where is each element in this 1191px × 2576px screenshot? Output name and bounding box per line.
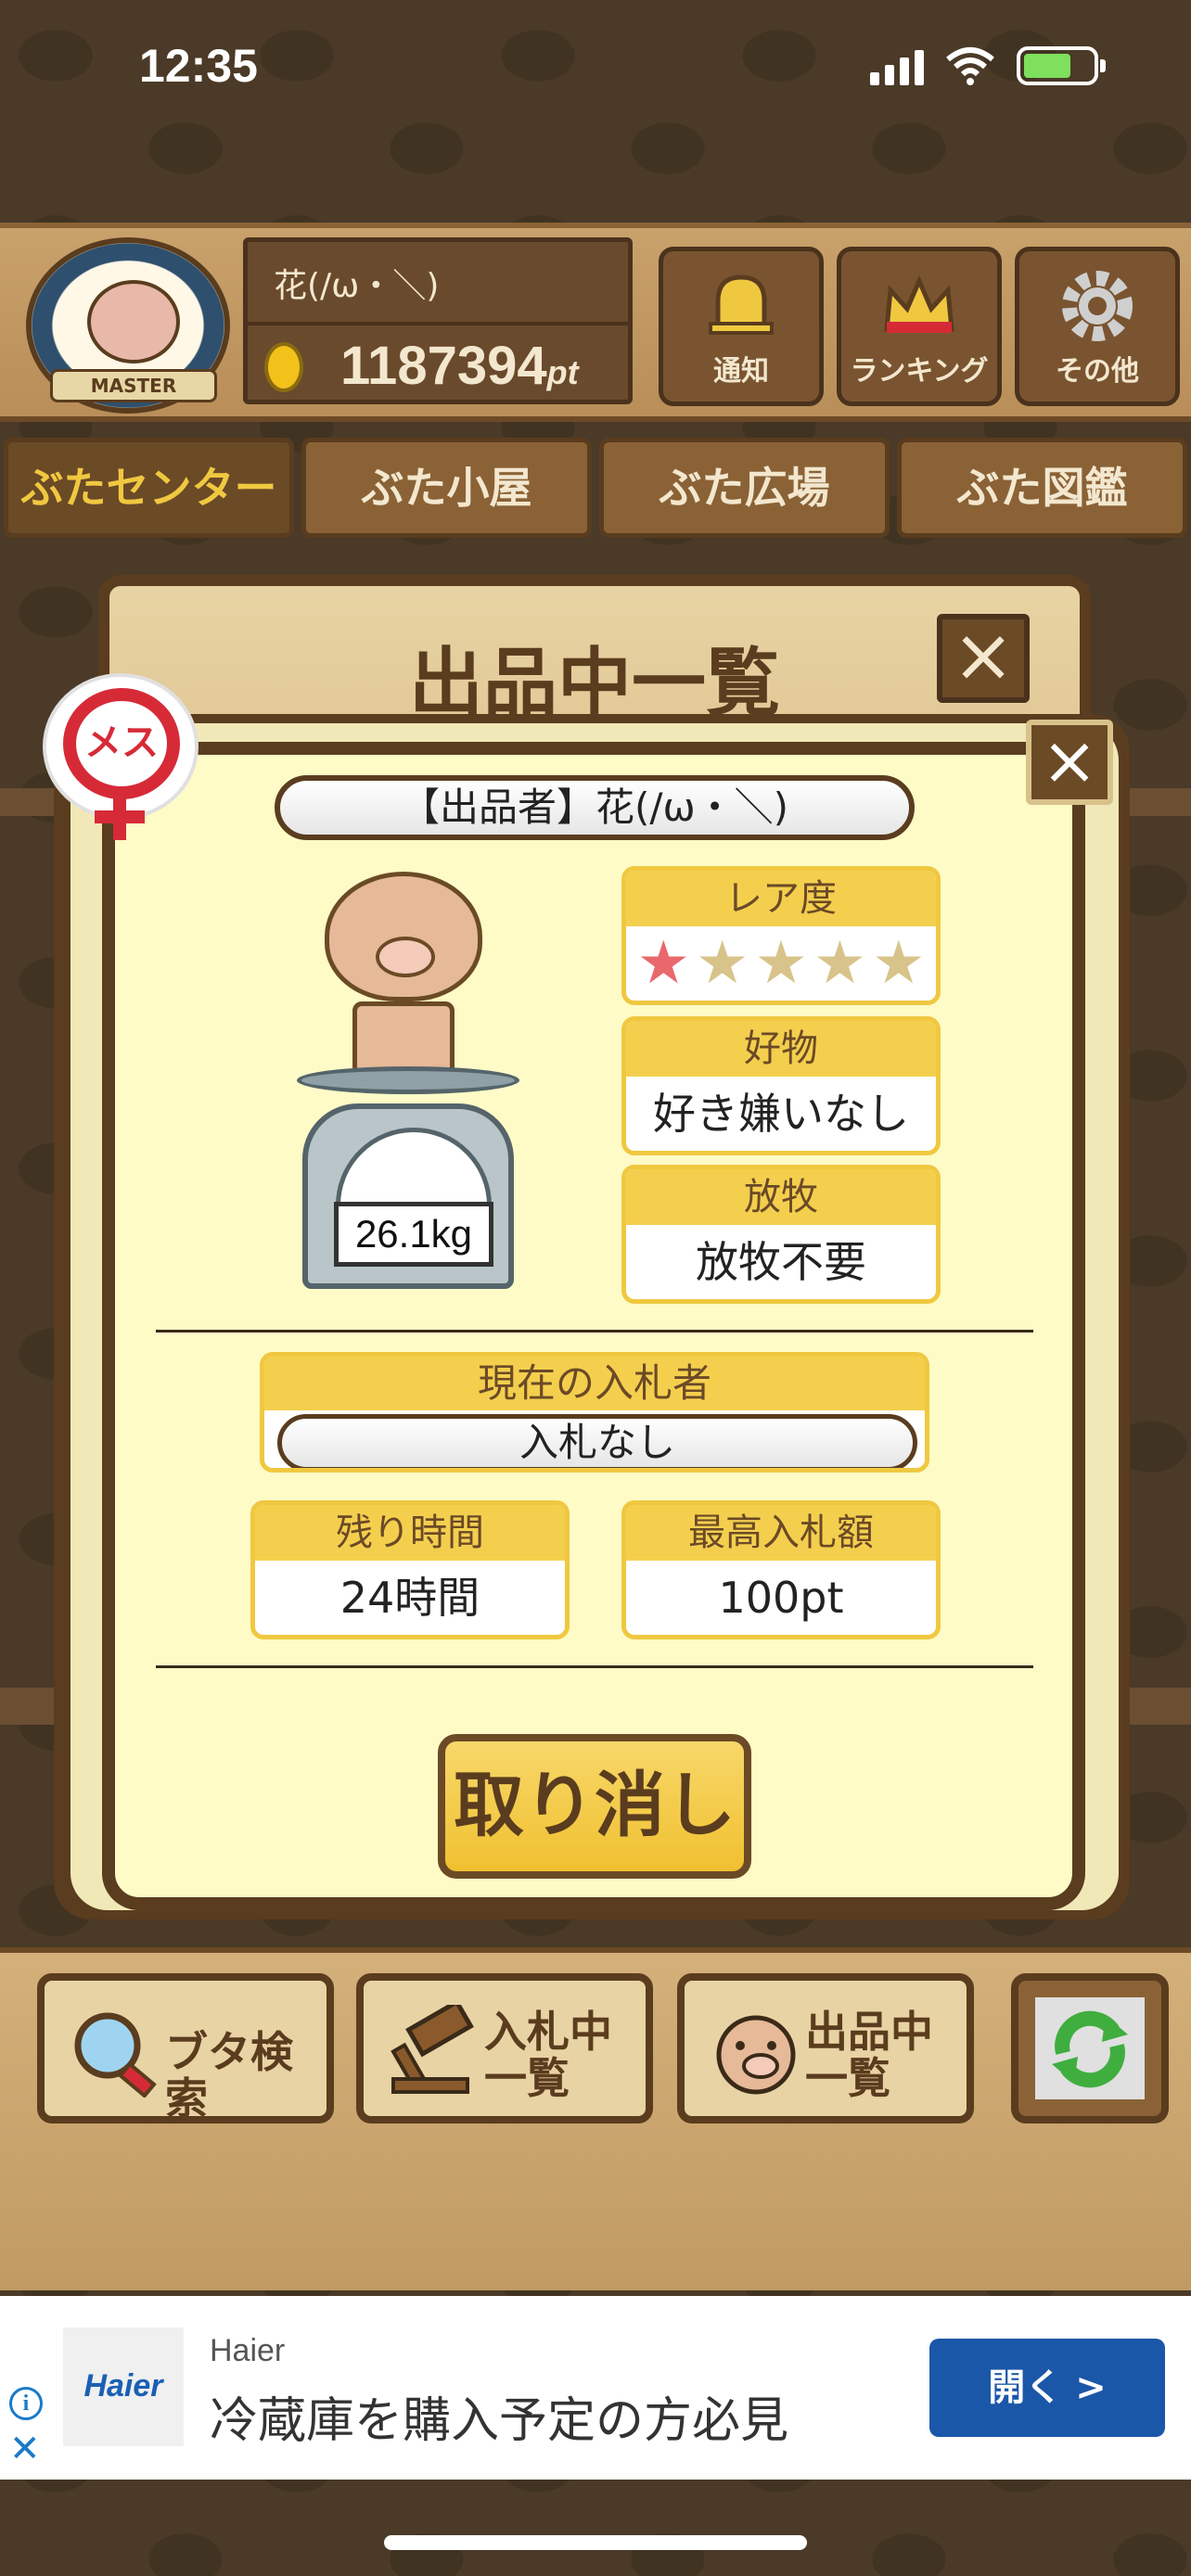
grazing-value: 放牧不要 (696, 1237, 866, 1287)
player-points: 1187394pt (340, 335, 579, 397)
crown-icon (884, 274, 954, 333)
star-icon: ★ (872, 929, 926, 998)
refresh-icon (1052, 2010, 1128, 2088)
bell-icon (709, 274, 774, 335)
cancel-listing-button[interactable]: 取り消し (438, 1734, 751, 1879)
rarity-box: レア度 ★ ★ ★ ★ ★ (621, 866, 941, 1005)
ad-logo-text: Haier (83, 2368, 163, 2404)
star-icon: ★ (754, 929, 808, 998)
listing-label-line2: 一覧 (805, 2053, 890, 2103)
highest-bid-value: 100pt (718, 1573, 844, 1623)
scale-dial (336, 1128, 492, 1211)
ranking-button[interactable]: ランキング (837, 247, 1002, 406)
player-info: 花(/ω・＼) 1187394pt (243, 237, 633, 404)
pig-face-icon (716, 2015, 796, 2095)
close-icon: × (952, 612, 1015, 698)
battery-icon (1017, 46, 1106, 85)
close-icon: × (1041, 721, 1098, 799)
ad-close-icon[interactable]: ✕ (9, 2428, 41, 2470)
listing-list-label: 出品中 一覧 (805, 2009, 963, 2101)
remaining-time-label: 残り時間 (255, 1505, 565, 1561)
wifi-icon (946, 47, 994, 85)
avatar-ribbon: MASTER (50, 369, 217, 402)
points-value: 1187394 (340, 336, 547, 396)
pig-face-icon (87, 280, 180, 363)
notify-button[interactable]: 通知 (659, 247, 824, 406)
seller-label: 【出品者】花(/ω・＼) (275, 775, 915, 840)
ad-text: 冷蔵庫を購入予定の方必見 (210, 2393, 789, 2449)
divider (156, 1330, 1033, 1333)
status-time: 12:35 (139, 40, 258, 92)
female-symbol-bar (95, 810, 145, 823)
gear-icon (1062, 271, 1133, 341)
current-bidder-label: 現在の入札者 (264, 1357, 925, 1410)
refresh-panel (1035, 1997, 1145, 2099)
favorite-value: 好き嫌いなし (653, 1089, 909, 1139)
status-icons (870, 46, 1106, 85)
listing-label-line1: 出品中 (805, 2007, 933, 2057)
current-bidder-box: 現在の入札者 入札なし (260, 1352, 929, 1473)
pig-legs (352, 1001, 455, 1076)
remaining-time-box: 残り時間 24時間 (250, 1500, 570, 1639)
modal-close-button[interactable]: × (937, 614, 1030, 703)
other-button[interactable]: その他 (1015, 247, 1180, 406)
home-indicator[interactable] (384, 2535, 807, 2550)
pig-snout (376, 937, 435, 977)
bidding-label-line2: 一覧 (484, 2053, 570, 2103)
rarity-stars: ★ ★ ★ ★ ★ (626, 930, 936, 997)
tab-buta-encyclopedia[interactable]: ぶた図鑑 (897, 438, 1187, 538)
favorite-box: 好物 好き嫌いなし (621, 1016, 941, 1155)
ad-logo: Haier (63, 2327, 184, 2446)
pig-search-button[interactable]: ブタ検索 (37, 1973, 334, 2123)
star-icon: ★ (636, 929, 690, 998)
header-bar: MASTER 花(/ω・＼) 1187394pt 通知 ランキング その他 (0, 223, 1191, 422)
scale-icon: 26.1kg (302, 1103, 514, 1289)
ad-open-button[interactable]: 開く > (929, 2339, 1165, 2437)
notify-label: 通知 (713, 355, 769, 388)
current-bidder-value: 入札なし (277, 1414, 917, 1468)
gender-label: メス (63, 688, 180, 799)
signal-icon (870, 48, 924, 85)
highest-bid-label: 最高入札額 (626, 1505, 936, 1561)
card-close-button[interactable]: × (1026, 720, 1113, 805)
magnifier-icon (74, 2012, 157, 2098)
tab-buta-plaza[interactable]: ぶた広場 (599, 438, 890, 538)
scale-plate (297, 1066, 519, 1094)
divider (248, 322, 628, 325)
rarity-label: レア度 (626, 871, 936, 926)
ad-banner[interactable]: i ✕ Haier Haier 冷蔵庫を購入予定の方必見 開く > (0, 2296, 1191, 2480)
star-icon: ★ (813, 929, 867, 998)
star-icon: ★ (695, 929, 749, 998)
refresh-button[interactable] (1011, 1973, 1169, 2123)
grazing-label: 放牧 (626, 1169, 936, 1225)
tab-buta-center[interactable]: ぶたセンター (4, 438, 294, 538)
master-avatar[interactable]: MASTER (26, 237, 230, 414)
coin-icon (264, 342, 303, 392)
points-unit: pt (546, 353, 579, 391)
ad-brand: Haier (210, 2333, 286, 2368)
gavel-icon (391, 2005, 474, 2094)
favorite-label: 好物 (626, 1021, 936, 1077)
listing-list-button[interactable]: 出品中 一覧 (677, 1973, 974, 2123)
pig-weight: 26.1kg (334, 1202, 493, 1267)
ranking-label: ランキング (850, 355, 989, 388)
player-name: 花(/ω・＼) (274, 267, 440, 305)
pig-search-label: ブタ検索 (165, 2027, 293, 2123)
bidding-label-line1: 入札中 (484, 2007, 612, 2057)
bidding-list-button[interactable]: 入札中 一覧 (356, 1973, 653, 2123)
remaining-time-value: 24時間 (339, 1573, 480, 1623)
highest-bid-box: 最高入札額 100pt (621, 1500, 941, 1639)
pig-on-scale: 26.1kg (297, 844, 519, 1307)
female-badge: メス (46, 677, 195, 840)
grazing-box: 放牧 放牧不要 (621, 1165, 941, 1304)
tab-buta-hut[interactable]: ぶた小屋 (301, 438, 592, 538)
main-tabs: ぶたセンター ぶた小屋 ぶた広場 ぶた図鑑 (0, 428, 1191, 547)
divider (156, 1665, 1033, 1668)
status-bar: 12:35 (0, 0, 1191, 139)
other-label: その他 (1056, 355, 1139, 388)
ad-info-icon[interactable]: i (9, 2387, 43, 2420)
bidding-list-label: 入札中 一覧 (484, 2009, 642, 2101)
